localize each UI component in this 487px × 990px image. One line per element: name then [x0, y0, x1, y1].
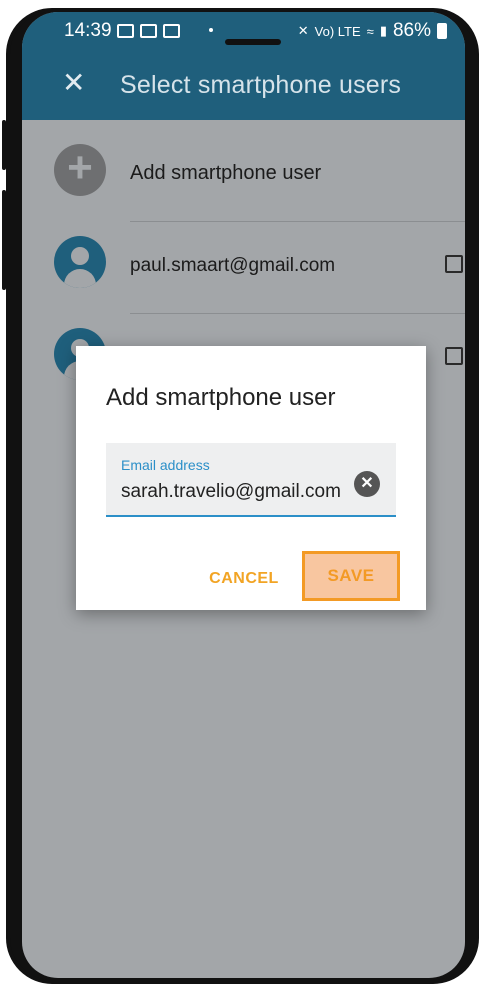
- user-checkbox[interactable]: [445, 255, 463, 273]
- list-item-label: Add smartphone user: [130, 162, 322, 184]
- user-avatar-icon: [54, 236, 106, 288]
- clear-icon[interactable]: ✕: [354, 471, 380, 497]
- mail-icon: [140, 24, 157, 38]
- signal-icon: ▮: [379, 23, 387, 38]
- app-bar: ✕ Select smartphone users: [22, 50, 465, 120]
- volume-button: [2, 190, 6, 290]
- status-right: ✕ Vo) LTE ≈ ▮ 86%: [298, 20, 447, 42]
- mail-icon: [163, 24, 180, 38]
- status-time: 14:39: [64, 20, 112, 41]
- plus-icon: +: [54, 144, 106, 196]
- add-user-dialog: Add smartphone user Email address sarah.…: [76, 346, 426, 610]
- more-notifications-icon: [209, 28, 213, 32]
- close-icon[interactable]: ✕: [62, 66, 85, 99]
- email-input[interactable]: sarah.travelio@gmail.com: [121, 481, 341, 503]
- status-bar: 14:39 ✕ Vo) LTE ≈ ▮ 86%: [22, 12, 465, 50]
- notification-icons: [117, 24, 180, 38]
- save-button[interactable]: SAVE: [302, 551, 400, 601]
- user-email: paul.smaart@gmail.com: [130, 255, 336, 276]
- email-field-label: Email address: [121, 457, 210, 473]
- user-checkbox[interactable]: [445, 347, 463, 365]
- list-item[interactable]: paul.smaart@gmail.com: [22, 222, 465, 314]
- email-field[interactable]: Email address sarah.travelio@gmail.com ✕: [106, 443, 396, 517]
- volume-button: [2, 120, 6, 170]
- dialog-title: Add smartphone user: [106, 384, 336, 411]
- page-title: Select smartphone users: [120, 71, 402, 99]
- battery-icon: [437, 23, 447, 39]
- add-smartphone-user-item[interactable]: + Add smartphone user: [22, 130, 465, 222]
- camera-notch: [225, 39, 281, 45]
- wifi-icon: ≈: [366, 23, 374, 39]
- battery-percent: 86%: [392, 20, 431, 41]
- network-label: Vo) LTE: [314, 23, 361, 39]
- mute-icon: ✕: [297, 23, 309, 38]
- gallery-icon: [117, 24, 134, 38]
- cancel-button[interactable]: CANCEL: [196, 564, 292, 594]
